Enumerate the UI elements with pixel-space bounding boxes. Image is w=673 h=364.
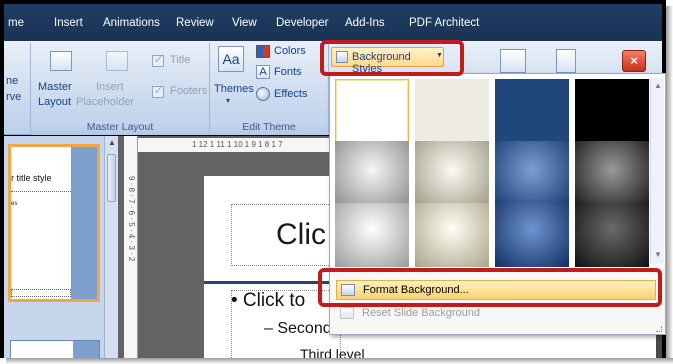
thumbnail-accent-bar — [71, 147, 97, 299]
ribbon-tab-bar: me Insert Animations Review View Develop… — [4, 4, 662, 41]
scroll-up-icon[interactable]: ▲ — [108, 138, 116, 147]
title-checkbox[interactable] — [152, 53, 164, 67]
slide-orientation-icon[interactable] — [500, 49, 526, 73]
background-style-swatch-1[interactable] — [335, 79, 409, 143]
horizontal-ruler: 1 12 1 11 1 10 1 9 1 8 1 7 — [138, 138, 338, 152]
tab-review[interactable]: Review — [176, 17, 214, 29]
thumbnail-scrollbar[interactable]: ▲ — [104, 136, 118, 358]
scroll-down-icon[interactable]: ▼ — [654, 250, 662, 259]
resize-grip-icon[interactable] — [656, 326, 662, 332]
powerpoint-window: me Insert Animations Review View Develop… — [0, 0, 666, 358]
tab-animations[interactable]: Animations — [103, 17, 160, 29]
reset-slide-background-label: Reset Slide Background — [362, 307, 481, 319]
layout-slide-thumbnail[interactable] — [10, 340, 100, 358]
partial-label-2: rve — [6, 91, 22, 103]
group-separator — [209, 43, 210, 133]
group-separator — [30, 43, 31, 133]
background-style-swatch-7[interactable] — [495, 141, 569, 205]
background-style-swatch-12[interactable] — [575, 203, 649, 267]
slide-title-text[interactable]: Clic — [276, 218, 326, 252]
fonts-icon[interactable]: A — [256, 65, 270, 79]
tab-developer[interactable]: Developer — [276, 17, 328, 29]
master-layout-button-line2[interactable]: Layout — [38, 96, 71, 108]
title-checkbox-label: Title — [170, 54, 191, 66]
colors-button-label[interactable]: Colors — [274, 45, 306, 57]
close-icon: × — [630, 53, 638, 68]
close-master-view-button[interactable]: × — [622, 50, 646, 72]
thumbnail-divider — [11, 191, 71, 192]
footers-checkbox-label: Footers — [170, 85, 208, 97]
master-layout-group-label: Master Layout — [31, 121, 209, 135]
slide-bullet-1[interactable]: • Click to — [231, 290, 305, 312]
effects-button-label[interactable]: Effects — [274, 88, 307, 100]
page-setup-icon[interactable] — [556, 49, 576, 73]
insert-placeholder-button-line1[interactable]: Insert — [96, 81, 124, 93]
insert-placeholder-icon[interactable] — [106, 51, 128, 71]
tab-home[interactable]: me — [8, 17, 24, 29]
background-style-swatch-4[interactable] — [575, 79, 649, 143]
colors-icon[interactable] — [256, 45, 270, 58]
footers-checkbox[interactable] — [152, 84, 164, 98]
gallery-scrollbar[interactable]: ▲ ▼ — [650, 78, 664, 264]
reset-background-icon — [340, 307, 354, 319]
background-style-swatch-10[interactable] — [415, 203, 489, 267]
background-style-swatch-2[interactable] — [415, 79, 489, 143]
tab-insert[interactable]: Insert — [54, 17, 83, 29]
scroll-up-icon[interactable]: ▲ — [654, 81, 662, 90]
thumbnail-accent-bar — [73, 341, 99, 358]
highlight-format-background — [318, 268, 662, 307]
edit-theme-group-label: Edit Theme — [210, 121, 328, 135]
thumbnail-sub-text: es — [11, 201, 18, 207]
background-style-swatch-5[interactable] — [335, 141, 409, 205]
tab-view[interactable]: View — [232, 17, 257, 29]
background-style-swatch-11[interactable] — [495, 203, 569, 267]
thumbnail-title-text: r title style — [11, 173, 52, 183]
frame-shadow-bottom — [6, 358, 673, 364]
background-style-swatch-9[interactable] — [335, 203, 409, 267]
highlight-background-styles — [320, 40, 464, 76]
background-style-swatch-6[interactable] — [415, 141, 489, 205]
master-slide-thumbnail[interactable]: r title style es — [8, 144, 100, 302]
background-style-swatch-3[interactable] — [495, 79, 569, 143]
thumbnail-footer-box — [11, 289, 71, 297]
effects-icon[interactable] — [256, 87, 270, 101]
master-layout-icon[interactable] — [50, 51, 72, 71]
tab-add-ins[interactable]: Add-Ins — [345, 17, 385, 29]
tab-pdf-architect[interactable]: PDF Architect — [409, 17, 479, 29]
background-style-swatch-8[interactable] — [575, 141, 649, 205]
vertical-ruler: 9 · 8 · 7 · 6 · 5 · 4 · 3 · 2 — [124, 136, 138, 358]
reset-slide-background-menu-item[interactable]: Reset Slide Background — [336, 304, 656, 324]
vertical-ruler-text: 9 · 8 · 7 · 6 · 5 · 4 · 3 · 2 — [127, 176, 136, 262]
partial-label-1: ne — [6, 75, 19, 87]
fonts-button-label[interactable]: Fonts — [274, 66, 302, 78]
master-layout-button-line1[interactable]: Master — [38, 81, 72, 93]
slide-thumbnail-pane: r title style es — [4, 136, 104, 358]
scrollbar-thumb[interactable] — [107, 154, 116, 202]
themes-dropdown-arrow-icon[interactable]: ▾ — [226, 96, 230, 105]
horizontal-ruler-text: 1 12 1 11 1 10 1 9 1 8 1 7 — [192, 140, 283, 149]
insert-placeholder-button-line2[interactable]: Placeholder — [76, 96, 134, 108]
frame-shadow-right — [666, 6, 673, 364]
themes-button-label[interactable]: Themes — [214, 83, 254, 95]
slide-bullet-3[interactable]: Third level — [300, 346, 365, 358]
themes-icon[interactable]: Aa — [218, 46, 244, 72]
